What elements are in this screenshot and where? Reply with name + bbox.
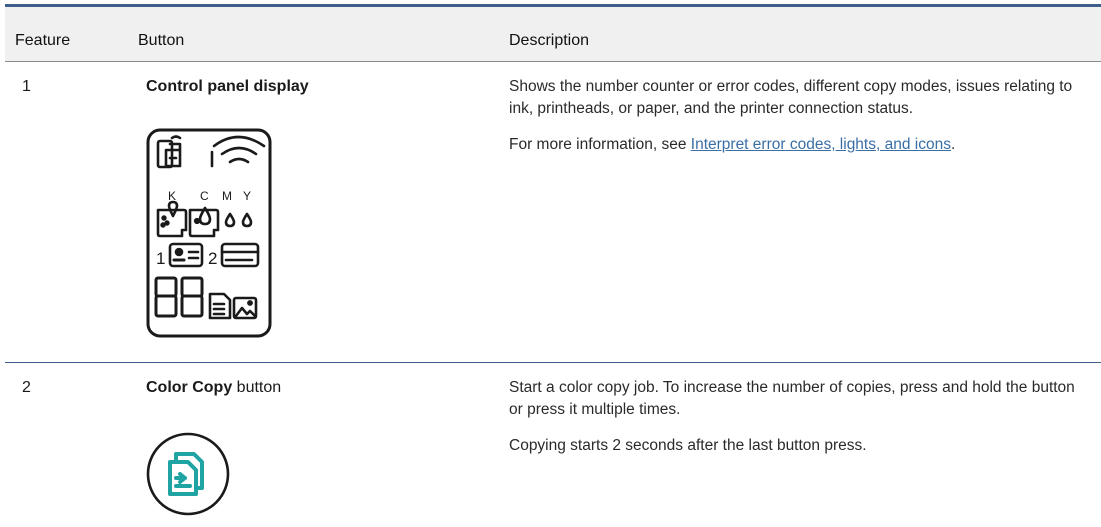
control-panel-display-icon: K C M Y 1 2 [146,128,272,338]
row1-description-text: Shows the number counter or error codes,… [509,78,1073,117]
row1-button-label: Control panel display [146,76,309,98]
row2-button-rest: button [232,379,282,396]
row1-button-bold: Control panel display [146,78,309,95]
row2-button-label: Color Copy button [146,377,281,399]
header-feature: Feature [15,32,71,49]
row2-description: Start a color copy job. To increase the … [509,377,1084,471]
header-description: Description [509,32,590,49]
mode-label-2: 2 [208,249,217,268]
error-codes-link[interactable]: Interpret error codes, lights, and icons [691,136,951,153]
row1-more-info: For more information, see Interpret erro… [509,134,1084,156]
table-header: Feature Button Description [5,7,1101,62]
row1-description: Shows the number counter or error codes,… [509,76,1084,170]
row2-feature: 2 [22,379,31,396]
mode-label-1: 1 [156,249,165,268]
row2-button-bold: Color Copy [146,379,233,396]
row1-feature: 1 [22,78,31,95]
row-divider [5,362,1101,363]
more-info-suffix: . [950,136,956,153]
header-rule [5,61,1101,62]
ink-label-y: Y [243,189,251,203]
ink-label-m: M [222,189,232,203]
color-copy-icon [146,432,230,516]
row2-description-text-1: Start a color copy job. To increase the … [509,379,1075,418]
ink-label-k: K [168,189,176,203]
more-info-prefix: For more information, see [509,136,691,153]
ink-label-c: C [200,189,209,203]
header-button: Button [138,32,185,49]
row2-description-text-2: Copying starts 2 seconds after the last … [509,437,867,454]
